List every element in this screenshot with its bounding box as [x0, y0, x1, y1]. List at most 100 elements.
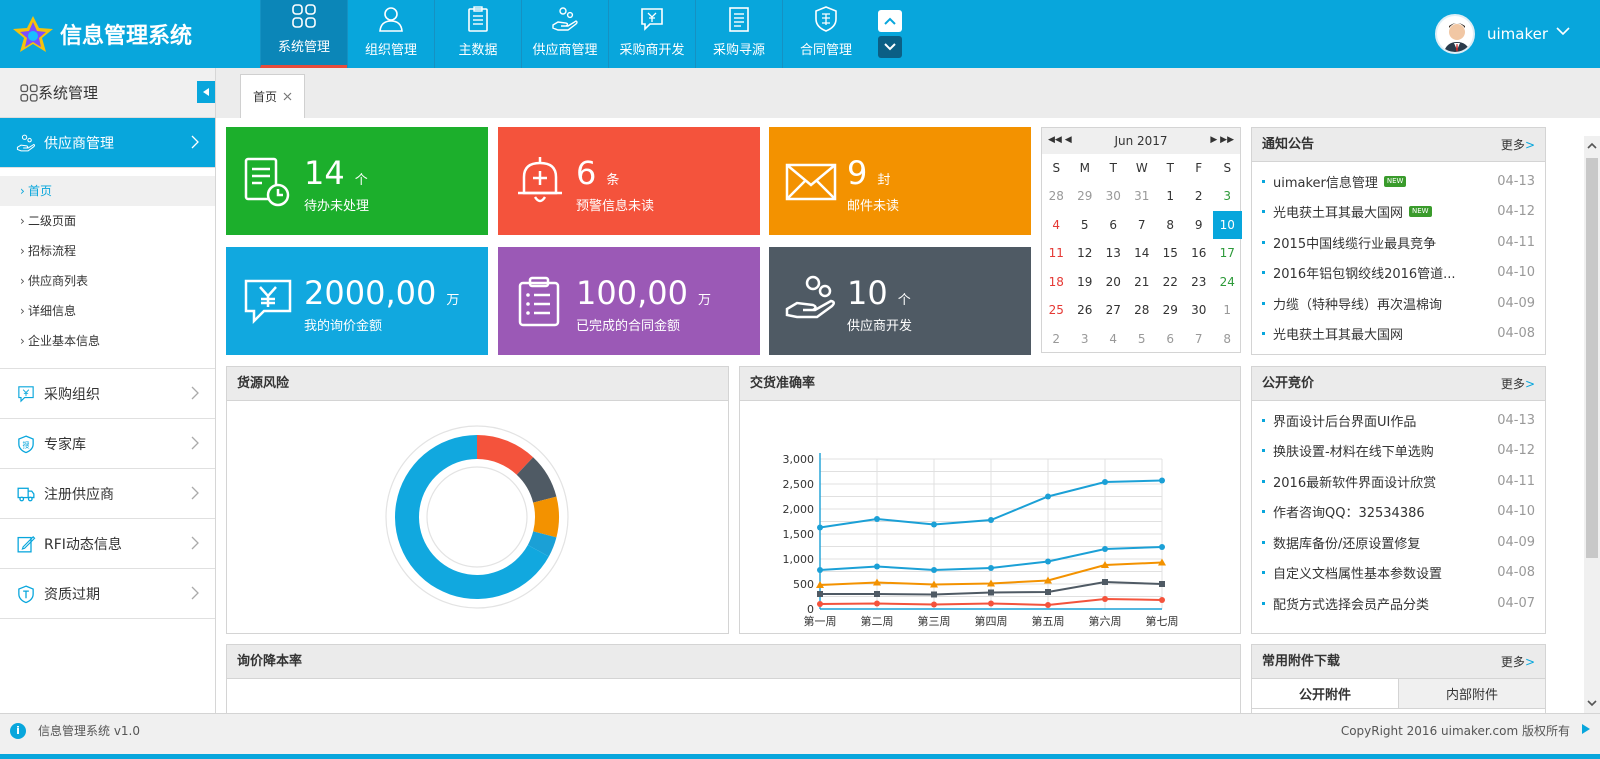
- tab-home[interactable]: 首页: [240, 74, 305, 118]
- calendar-day[interactable]: 17: [1213, 239, 1242, 268]
- calendar-prev-controls[interactable]: ◀◀ ◀: [1048, 135, 1072, 145]
- stat-tile-0[interactable]: 14 个待办未处理: [226, 127, 488, 235]
- calendar-day[interactable]: 16: [1185, 239, 1214, 268]
- data-point[interactable]: [1159, 544, 1165, 550]
- calendar-day[interactable]: 27: [1099, 296, 1128, 325]
- calendar-day[interactable]: 18: [1042, 268, 1071, 297]
- data-point[interactable]: [1102, 596, 1108, 602]
- more-link[interactable]: 更多>: [1501, 645, 1535, 679]
- calendar-day[interactable]: 6: [1099, 211, 1128, 240]
- sidebar-subitem-3[interactable]: 供应商列表: [0, 266, 215, 296]
- list-item[interactable]: 力缆（特种导线）再次温棉询 04-09: [1262, 288, 1535, 319]
- sidebar-subitem-4[interactable]: 详细信息: [0, 296, 215, 326]
- sidebar-subitem-2[interactable]: 招标流程: [0, 236, 215, 266]
- data-point[interactable]: [1045, 493, 1051, 500]
- calendar-day[interactable]: 23: [1185, 268, 1214, 297]
- sidebar-item-2[interactable]: 搜 专家库: [0, 419, 215, 469]
- stat-tile-4[interactable]: 100,00 万已完成的合同金额: [498, 247, 760, 355]
- calendar-day[interactable]: 8: [1213, 325, 1242, 354]
- calendar-day[interactable]: 26: [1071, 296, 1100, 325]
- scrollbar-thumb[interactable]: [1586, 158, 1598, 558]
- tab-internal-attachments[interactable]: 内部附件: [1399, 679, 1545, 708]
- nav-item-1[interactable]: 组织管理: [347, 0, 434, 68]
- calendar-day[interactable]: 22: [1156, 268, 1185, 297]
- nav-item-4[interactable]: 采购商开发: [608, 0, 695, 68]
- list-item[interactable]: 2016年铝包钢绞线2016管道... 04-10: [1262, 258, 1535, 289]
- data-point[interactable]: [874, 600, 880, 607]
- calendar-day[interactable]: 20: [1099, 268, 1128, 297]
- calendar-day[interactable]: 1: [1213, 296, 1242, 325]
- calendar-day[interactable]: 21: [1128, 268, 1157, 297]
- data-point[interactable]: [874, 516, 880, 522]
- data-point[interactable]: [1159, 581, 1165, 587]
- nav-item-5[interactable]: 采购寻源: [695, 0, 782, 68]
- sidebar-subitem-1[interactable]: 二级页面: [0, 206, 215, 236]
- stat-tile-1[interactable]: 6 条预警信息未读: [498, 127, 760, 235]
- sidebar-item-1[interactable]: 采购组织: [0, 369, 215, 419]
- data-point[interactable]: [988, 589, 994, 596]
- data-point[interactable]: [1102, 479, 1108, 485]
- calendar-day[interactable]: 31: [1128, 182, 1157, 211]
- calendar-day[interactable]: 14: [1128, 239, 1157, 268]
- data-point[interactable]: [931, 601, 937, 608]
- calendar-day[interactable]: 7: [1128, 211, 1157, 240]
- calendar-day[interactable]: 24: [1213, 268, 1242, 297]
- list-item[interactable]: uimaker信息管理 NEW 04-13: [1262, 166, 1535, 197]
- calendar-day[interactable]: 2: [1185, 182, 1214, 211]
- data-point[interactable]: [1159, 597, 1165, 603]
- calendar-day[interactable]: 30: [1185, 296, 1214, 325]
- calendar-day[interactable]: 19: [1071, 268, 1100, 297]
- sidebar-subitem-5[interactable]: 企业基本信息: [0, 326, 215, 356]
- list-item[interactable]: 配货方式选择会员产品分类 04-07: [1262, 588, 1535, 619]
- sidebar-item-4[interactable]: RFI动态信息: [0, 519, 215, 569]
- nav-scroll-down-button[interactable]: [878, 36, 902, 58]
- list-item[interactable]: 2015中国线缆行业最具竞争 04-11: [1262, 227, 1535, 258]
- donut-slice-2[interactable]: [533, 496, 559, 538]
- data-point[interactable]: [874, 591, 880, 597]
- calendar-day[interactable]: 13: [1099, 239, 1128, 268]
- calendar-day[interactable]: 29: [1071, 182, 1100, 211]
- calendar-day[interactable]: 29: [1156, 296, 1185, 325]
- data-point[interactable]: [817, 591, 823, 597]
- calendar-day[interactable]: 7: [1185, 325, 1214, 354]
- data-point[interactable]: [988, 565, 994, 571]
- data-point[interactable]: [988, 600, 994, 607]
- data-point[interactable]: [931, 521, 937, 528]
- data-point[interactable]: [1045, 589, 1051, 595]
- tab-public-attachments[interactable]: 公开附件: [1252, 679, 1399, 708]
- calendar-day[interactable]: 4: [1099, 325, 1128, 354]
- calendar-day[interactable]: 6: [1156, 325, 1185, 354]
- list-item[interactable]: 光电获土耳其最大国网 NEW 04-12: [1262, 197, 1535, 228]
- nav-item-2[interactable]: 主数据: [434, 0, 521, 68]
- list-item[interactable]: 光电获土耳其最大国网 04-08: [1262, 319, 1535, 350]
- calendar-day[interactable]: 4: [1042, 211, 1071, 240]
- calendar-day[interactable]: 30: [1099, 182, 1128, 211]
- nav-item-0[interactable]: 系统管理: [260, 0, 347, 68]
- list-item[interactable]: 作者咨询QQ：32534386 04-10: [1262, 497, 1535, 528]
- stat-tile-5[interactable]: 10 个供应商开发: [769, 247, 1031, 355]
- data-point[interactable]: [931, 591, 937, 598]
- data-point[interactable]: [874, 563, 880, 570]
- calendar-day[interactable]: 12: [1071, 239, 1100, 268]
- data-point[interactable]: [1102, 546, 1108, 552]
- calendar-day[interactable]: 5: [1071, 211, 1100, 240]
- content-scrollbar[interactable]: [1584, 136, 1600, 713]
- calendar-day[interactable]: 2: [1042, 325, 1071, 354]
- data-point[interactable]: [988, 517, 994, 523]
- data-point[interactable]: [817, 601, 823, 607]
- stat-tile-2[interactable]: 9 封邮件未读: [769, 127, 1031, 235]
- nav-scroll-up-button[interactable]: [878, 10, 902, 32]
- calendar-day[interactable]: 11: [1042, 239, 1071, 268]
- scroll-down-icon[interactable]: [1584, 695, 1600, 711]
- nav-item-3[interactable]: 供应商管理: [521, 0, 608, 68]
- calendar-day[interactable]: 5: [1128, 325, 1157, 354]
- list-item[interactable]: 换肤设置-材料在线下单选购 04-12: [1262, 436, 1535, 467]
- calendar-day[interactable]: 28: [1042, 182, 1071, 211]
- sidebar-collapse-button[interactable]: [197, 81, 215, 103]
- stat-tile-3[interactable]: 2000,00 万我的询价金额: [226, 247, 488, 355]
- sidebar-item-0[interactable]: 供应商管理: [0, 118, 215, 168]
- data-point[interactable]: [1102, 579, 1108, 585]
- logo[interactable]: 信息管理系统: [10, 14, 192, 54]
- calendar-day[interactable]: 3: [1213, 182, 1242, 211]
- data-point[interactable]: [1045, 558, 1051, 565]
